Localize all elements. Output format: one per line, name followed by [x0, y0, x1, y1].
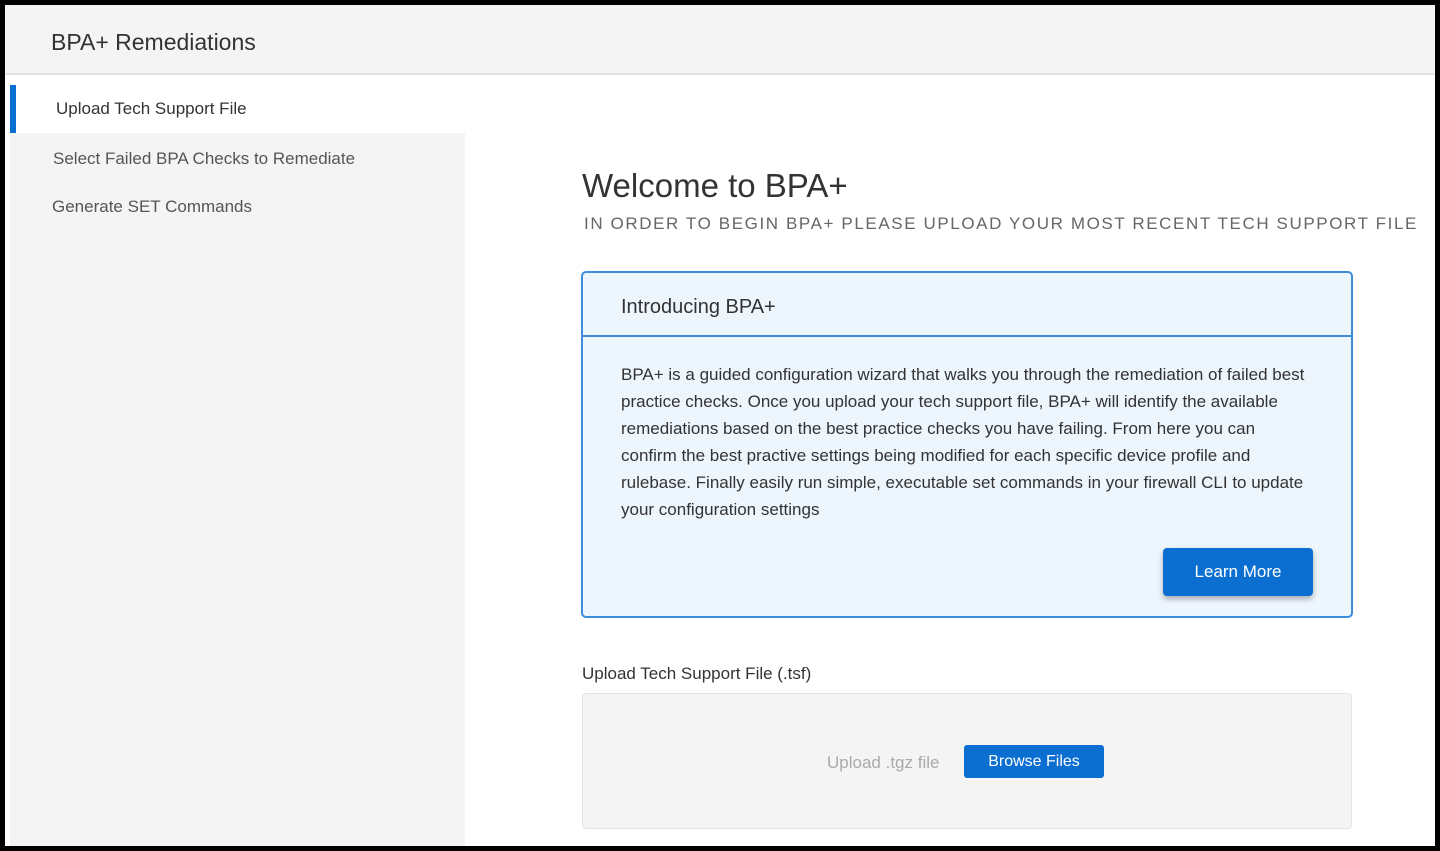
- file-dropzone[interactable]: Upload .tgz file Browse Files: [582, 693, 1352, 829]
- app-window: BPA+ Remediations Upload Tech Support Fi…: [0, 0, 1440, 851]
- sidebar-item-select-failed-checks[interactable]: Select Failed BPA Checks to Remediate: [10, 135, 465, 183]
- page-subtitle: IN ORDER TO BEGIN BPA+ PLEASE UPLOAD YOU…: [584, 214, 1418, 233]
- intro-card-body: BPA+ is a guided configuration wizard th…: [621, 365, 1305, 519]
- sidebar: Upload Tech Support File Select Failed B…: [10, 85, 465, 846]
- active-indicator: [10, 85, 16, 133]
- app-title: BPA+ Remediations: [51, 29, 256, 55]
- sidebar-item-upload-tech-support-file[interactable]: Upload Tech Support File: [10, 85, 465, 133]
- intro-card: Introducing BPA+ BPA+ is a guided config…: [581, 271, 1353, 618]
- app-header: BPA+ Remediations: [5, 5, 1435, 75]
- upload-field-label: Upload Tech Support File (.tsf): [582, 664, 812, 683]
- learn-more-button[interactable]: Learn More: [1163, 548, 1313, 596]
- page-title: Welcome to BPA+: [582, 167, 848, 204]
- browse-files-button[interactable]: Browse Files: [964, 745, 1104, 778]
- sidebar-item-generate-set-commands[interactable]: Generate SET Commands: [10, 183, 465, 231]
- main-content: Welcome to BPA+ IN ORDER TO BEGIN BPA+ P…: [465, 77, 1435, 846]
- sidebar-item-label: Select Failed BPA Checks to Remediate: [53, 149, 356, 168]
- dropzone-placeholder: Upload .tgz file: [827, 753, 940, 772]
- intro-card-header: Introducing BPA+: [583, 273, 1351, 337]
- sidebar-item-label: Upload Tech Support File: [56, 99, 247, 118]
- intro-card-title: Introducing BPA+: [621, 296, 776, 318]
- sidebar-item-label: Generate SET Commands: [52, 197, 252, 216]
